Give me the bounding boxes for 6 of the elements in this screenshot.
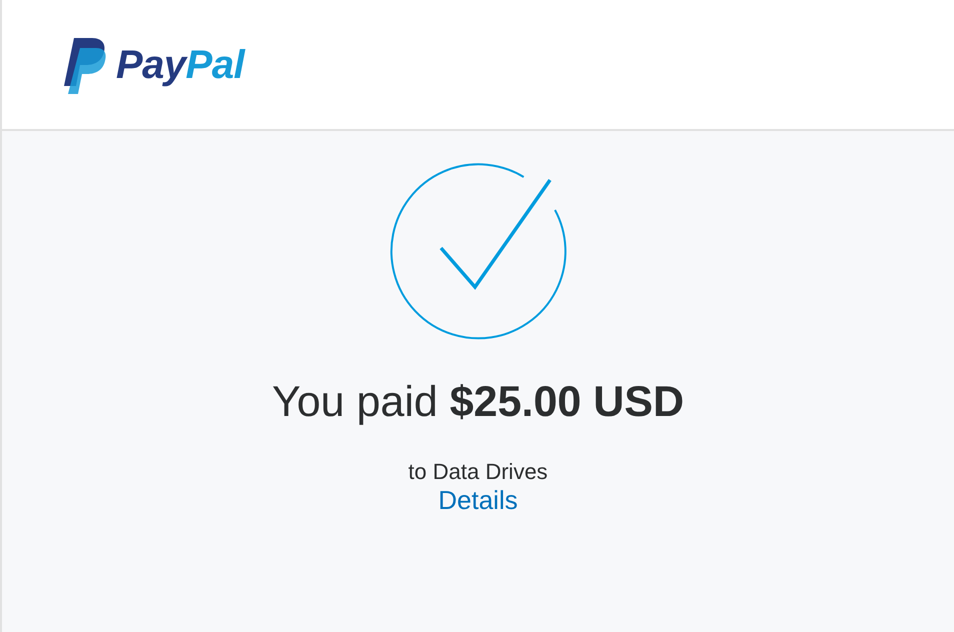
payment-heading: You paid $25.00 USD	[272, 377, 684, 428]
details-link[interactable]: Details	[438, 484, 518, 516]
logo-wordmark: PayPal	[116, 44, 244, 84]
checkmark-icon	[388, 161, 568, 341]
recipient-text: to Data Drives	[408, 458, 548, 485]
logo-icon	[62, 36, 108, 94]
